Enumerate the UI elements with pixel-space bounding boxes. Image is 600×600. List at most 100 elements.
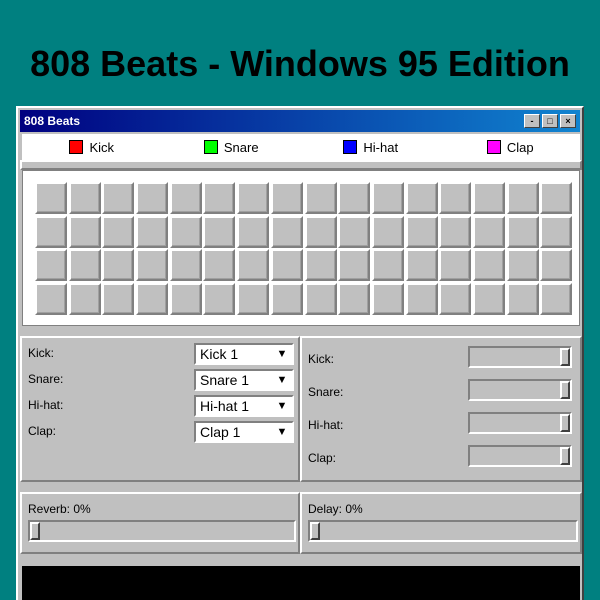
- step-button[interactable]: [203, 283, 236, 316]
- step-button[interactable]: [169, 283, 202, 316]
- snare-sound-label: Snare:: [28, 372, 64, 386]
- step-button[interactable]: [136, 283, 169, 316]
- step-button[interactable]: [371, 283, 404, 316]
- step-button[interactable]: [169, 182, 202, 214]
- delay-slider[interactable]: [308, 520, 578, 542]
- step-button[interactable]: [237, 182, 270, 214]
- snare-sound-select[interactable]: Snare 1 ▼: [194, 369, 294, 391]
- step-button[interactable]: [136, 182, 169, 214]
- app-window: 808 Beats - □ × Kick Snare Hi-hat Clap K…: [16, 106, 584, 600]
- kick-sound-value: Kick 1: [200, 346, 239, 362]
- step-button[interactable]: [169, 215, 202, 248]
- step-button[interactable]: [102, 182, 135, 214]
- step-button[interactable]: [405, 249, 438, 282]
- kick-volume-slider[interactable]: [468, 346, 572, 368]
- step-button[interactable]: [35, 215, 67, 248]
- step-button[interactable]: [506, 182, 539, 214]
- step-button[interactable]: [35, 249, 67, 282]
- step-button[interactable]: [371, 215, 404, 248]
- step-button[interactable]: [203, 215, 236, 248]
- step-button[interactable]: [270, 215, 303, 248]
- step-button[interactable]: [237, 249, 270, 282]
- step-button[interactable]: [439, 215, 472, 248]
- hihat-volume-slider[interactable]: [468, 412, 572, 434]
- step-button[interactable]: [405, 215, 438, 248]
- step-button[interactable]: [338, 215, 371, 248]
- step-button[interactable]: [136, 249, 169, 282]
- step-button[interactable]: [371, 249, 404, 282]
- step-button[interactable]: [35, 182, 67, 214]
- kick-volume-label: Kick:: [308, 352, 335, 366]
- legend-label: Kick: [89, 139, 115, 155]
- step-button[interactable]: [338, 249, 371, 282]
- slider-thumb[interactable]: [560, 348, 570, 366]
- reverb-label: Reverb: 0%: [28, 502, 91, 516]
- step-button[interactable]: [439, 283, 472, 316]
- reverb-slider[interactable]: [28, 520, 296, 542]
- step-button[interactable]: [270, 283, 303, 316]
- step-button[interactable]: [304, 215, 337, 248]
- step-button[interactable]: [102, 215, 135, 248]
- chevron-down-icon: ▼: [276, 348, 288, 360]
- step-button[interactable]: [472, 182, 505, 214]
- close-button[interactable]: ×: [560, 114, 576, 128]
- hihat-sound-label: Hi-hat:: [28, 398, 64, 412]
- snare-volume-label: Snare:: [308, 385, 344, 399]
- step-button[interactable]: [237, 283, 270, 316]
- step-button[interactable]: [68, 182, 101, 214]
- step-button[interactable]: [203, 182, 236, 214]
- step-button[interactable]: [304, 283, 337, 316]
- step-button[interactable]: [270, 182, 303, 214]
- step-button[interactable]: [506, 215, 539, 248]
- step-button[interactable]: [68, 215, 101, 248]
- chevron-down-icon: ▼: [276, 400, 288, 412]
- step-button[interactable]: [405, 283, 438, 316]
- step-button[interactable]: [540, 215, 573, 248]
- slider-thumb[interactable]: [560, 381, 570, 399]
- step-button[interactable]: [35, 283, 67, 316]
- step-button[interactable]: [472, 283, 505, 316]
- step-button[interactable]: [102, 249, 135, 282]
- step-button[interactable]: [338, 182, 371, 214]
- step-button[interactable]: [540, 249, 573, 282]
- kick-sound-select[interactable]: Kick 1 ▼: [194, 343, 294, 365]
- step-button[interactable]: [68, 249, 101, 282]
- step-button[interactable]: [405, 182, 438, 214]
- clap-volume-slider[interactable]: [468, 445, 572, 467]
- clap-sound-value: Clap 1: [200, 424, 241, 440]
- window-titlebar[interactable]: 808 Beats - □ ×: [20, 110, 580, 132]
- step-button[interactable]: [136, 215, 169, 248]
- step-button[interactable]: [439, 249, 472, 282]
- maximize-button[interactable]: □: [542, 114, 558, 128]
- delay-panel: Delay: 0%: [300, 492, 582, 554]
- slider-thumb[interactable]: [310, 522, 320, 540]
- step-button[interactable]: [506, 249, 539, 282]
- volume-panel: Kick: Snare: Hi-hat: Clap:: [300, 336, 582, 482]
- step-button[interactable]: [540, 283, 573, 316]
- instrument-legend: Kick Snare Hi-hat Clap: [22, 134, 580, 160]
- step-button[interactable]: [304, 182, 337, 214]
- minimize-button[interactable]: -: [524, 114, 540, 128]
- slider-thumb[interactable]: [560, 414, 570, 432]
- step-button[interactable]: [68, 283, 101, 316]
- clap-sound-select[interactable]: Clap 1 ▼: [194, 421, 294, 443]
- step-button[interactable]: [102, 283, 135, 316]
- step-button[interactable]: [169, 249, 202, 282]
- snare-sound-value: Snare 1: [200, 372, 250, 388]
- step-button[interactable]: [472, 215, 505, 248]
- hihat-sound-select[interactable]: Hi-hat 1 ▼: [194, 395, 294, 417]
- step-button[interactable]: [439, 182, 472, 214]
- step-button[interactable]: [371, 182, 404, 214]
- step-button[interactable]: [203, 249, 236, 282]
- step-button[interactable]: [237, 215, 270, 248]
- step-button[interactable]: [270, 249, 303, 282]
- snare-volume-slider[interactable]: [468, 379, 572, 401]
- step-button[interactable]: [472, 249, 505, 282]
- step-button[interactable]: [338, 283, 371, 316]
- step-button[interactable]: [506, 283, 539, 316]
- slider-thumb[interactable]: [560, 447, 570, 465]
- visualizer-display: [22, 566, 580, 600]
- step-button[interactable]: [540, 182, 573, 214]
- step-button[interactable]: [304, 249, 337, 282]
- slider-thumb[interactable]: [30, 522, 40, 540]
